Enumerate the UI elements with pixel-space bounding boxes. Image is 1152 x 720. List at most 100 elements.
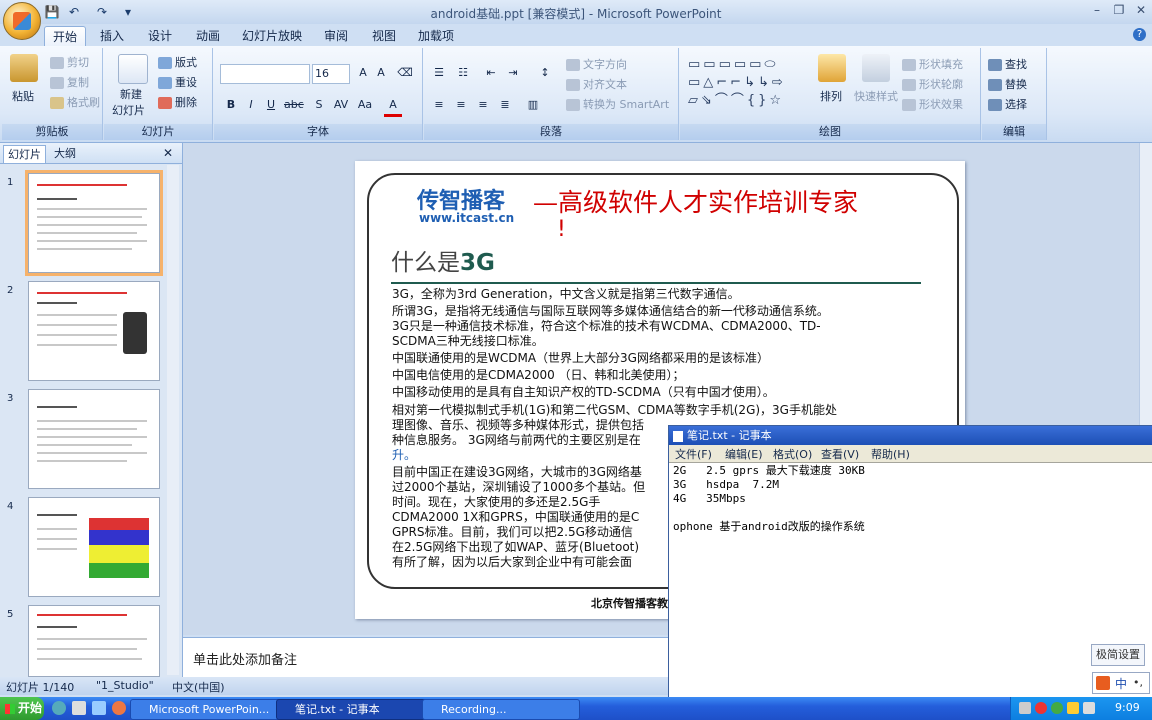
slide-text-line: 中国移动使用的是具有自主知识产权的TD-SCDMA（只有中国才使用）。 bbox=[392, 385, 775, 399]
slide-thumbnail-2[interactable] bbox=[28, 281, 160, 381]
pane-scrollbar[interactable] bbox=[167, 165, 179, 675]
close-button[interactable]: ✕ bbox=[1130, 2, 1152, 18]
tab-slideshow[interactable]: 幻灯片放映 bbox=[238, 26, 306, 46]
tray-icon[interactable] bbox=[1019, 702, 1031, 714]
tab-addins[interactable]: 加载项 bbox=[414, 26, 458, 46]
quicklaunch-icon[interactable] bbox=[112, 701, 126, 715]
task-recording[interactable]: Recording... bbox=[422, 699, 580, 720]
punctuation-icon[interactable]: •, bbox=[1133, 676, 1143, 689]
menu-file[interactable]: 文件(F) bbox=[675, 446, 712, 462]
menu-help[interactable]: 帮助(H) bbox=[871, 446, 910, 462]
char-spacing-icon[interactable]: AV bbox=[332, 96, 350, 114]
increase-indent-icon[interactable]: ⇥ bbox=[504, 64, 522, 82]
reset-button[interactable]: 重设 bbox=[158, 74, 197, 90]
shape-fill-button[interactable]: 形状填充 bbox=[902, 56, 963, 72]
tab-outline[interactable]: 大纲 bbox=[50, 145, 80, 162]
new-slide-button-line1[interactable]: 新建 bbox=[120, 86, 142, 102]
tray-icon[interactable] bbox=[1051, 702, 1063, 714]
office-button[interactable] bbox=[3, 2, 41, 40]
slide-thumbnail-4[interactable] bbox=[28, 497, 160, 597]
phone-image bbox=[123, 312, 147, 354]
align-text-button[interactable]: 对齐文本 bbox=[566, 76, 627, 92]
select-cursor-icon bbox=[988, 99, 1002, 111]
menu-format[interactable]: 格式(O) bbox=[773, 446, 812, 462]
italic-icon[interactable]: I bbox=[242, 96, 260, 114]
replace-button[interactable]: 替换 bbox=[988, 76, 1027, 92]
justify-icon[interactable]: ≣ bbox=[496, 96, 514, 114]
volume-icon[interactable] bbox=[1083, 702, 1095, 714]
quick-styles-button[interactable]: 快速样式 bbox=[854, 88, 898, 104]
text-direction-button[interactable]: 文字方向 bbox=[566, 56, 627, 72]
tab-review[interactable]: 审阅 bbox=[318, 26, 354, 46]
sogou-icon[interactable] bbox=[1096, 676, 1110, 690]
notepad-text-area[interactable]: 2G 2.5 gprs 最大下载速度 30KB 3G hsdpa 7.2M 4G 3… bbox=[673, 464, 865, 534]
tab-view[interactable]: 视图 bbox=[366, 26, 402, 46]
menu-edit[interactable]: 编辑(E) bbox=[725, 446, 763, 462]
shadow-icon[interactable]: S bbox=[310, 96, 328, 114]
ime-toolbar[interactable]: 中 •, bbox=[1092, 672, 1150, 694]
align-center-icon[interactable]: ≡ bbox=[452, 96, 470, 114]
shape-outline-button[interactable]: 形状轮廓 bbox=[902, 76, 963, 92]
close-pane-icon[interactable]: ✕ bbox=[163, 146, 173, 160]
ime-settings-button[interactable]: 极简设置 bbox=[1091, 644, 1145, 666]
quicklaunch-icon[interactable] bbox=[52, 701, 66, 715]
format-painter-button[interactable]: 格式刷 bbox=[50, 94, 100, 110]
tab-design[interactable]: 设计 bbox=[142, 26, 178, 46]
help-icon[interactable]: ? bbox=[1133, 28, 1146, 41]
fill-icon bbox=[902, 59, 916, 71]
font-name-field[interactable] bbox=[220, 64, 310, 84]
line-spacing-icon[interactable]: ↕ bbox=[536, 64, 554, 82]
change-case-icon[interactable]: Aa bbox=[356, 96, 374, 114]
tab-animation[interactable]: 动画 bbox=[188, 26, 228, 46]
start-button[interactable]: 开始 bbox=[0, 697, 44, 720]
columns-icon[interactable]: ▥ bbox=[524, 96, 542, 114]
slide-thumbnail-3[interactable] bbox=[28, 389, 160, 489]
bullets-icon[interactable]: ☰ bbox=[430, 64, 448, 82]
underline-icon[interactable]: U bbox=[262, 96, 280, 114]
maximize-button[interactable]: ❐ bbox=[1108, 2, 1130, 18]
menu-view[interactable]: 查看(V) bbox=[821, 446, 859, 462]
delete-slide-button[interactable]: 删除 bbox=[158, 94, 197, 110]
tray-icon[interactable] bbox=[1035, 702, 1047, 714]
clock[interactable]: 9:09 bbox=[1115, 701, 1140, 714]
quicklaunch-icon[interactable] bbox=[92, 701, 106, 715]
strikethrough-icon[interactable]: abc bbox=[284, 96, 304, 114]
tab-insert[interactable]: 插入 bbox=[94, 26, 130, 46]
grow-font-icon[interactable]: A bbox=[354, 64, 372, 82]
slide-thumbnail-5[interactable] bbox=[28, 605, 160, 677]
bold-icon[interactable]: B bbox=[222, 96, 240, 114]
clear-format-icon[interactable]: ⌫ bbox=[396, 64, 414, 82]
slide-thumbnail-1[interactable] bbox=[28, 173, 160, 273]
shrink-font-icon[interactable]: A bbox=[372, 64, 390, 82]
paste-button[interactable]: 粘贴 bbox=[12, 88, 34, 104]
clipboard-group: 粘贴 剪切 复制 格式刷 剪贴板 bbox=[2, 48, 103, 140]
smartart-button[interactable]: 转换为 SmartArt bbox=[566, 96, 669, 112]
tab-home[interactable]: 开始 bbox=[44, 26, 86, 47]
find-button[interactable]: 查找 bbox=[988, 56, 1027, 72]
task-notepad[interactable]: 笔记.txt - 记事本 bbox=[276, 699, 434, 720]
language-status[interactable]: 中文(中国) bbox=[172, 679, 225, 695]
shapes-gallery[interactable]: ▭▭▭▭▭⬭ ▭△⌐⌐↳↳⇨ ▱⇘⌒⌒{}☆ bbox=[688, 56, 808, 110]
new-slide-button-line2[interactable]: 幻灯片 bbox=[112, 102, 145, 118]
ime-mode[interactable]: 中 bbox=[1115, 675, 1127, 692]
select-button[interactable]: 选择 bbox=[988, 96, 1027, 112]
align-right-icon[interactable]: ≡ bbox=[474, 96, 492, 114]
notepad-title-bar[interactable]: 笔记.txt - 记事本 bbox=[669, 426, 1152, 445]
decrease-indent-icon[interactable]: ⇤ bbox=[482, 64, 500, 82]
numbering-icon[interactable]: ☷ bbox=[454, 64, 472, 82]
task-powerpoint[interactable]: Microsoft PowerPoin... bbox=[130, 699, 288, 720]
tray-icon[interactable] bbox=[1067, 702, 1079, 714]
font-color-icon[interactable]: A bbox=[384, 96, 402, 117]
layout-button[interactable]: 版式 bbox=[158, 54, 197, 70]
copy-button[interactable]: 复制 bbox=[50, 74, 89, 90]
font-size-field[interactable]: 16 bbox=[312, 64, 350, 84]
window-title: android基础.ppt [兼容模式] - Microsoft PowerPo… bbox=[430, 7, 722, 21]
arrange-button[interactable]: 排列 bbox=[820, 88, 842, 104]
start-label: 开始 bbox=[18, 701, 43, 715]
align-left-icon[interactable]: ≡ bbox=[430, 96, 448, 114]
minimize-button[interactable]: – bbox=[1086, 2, 1108, 18]
quicklaunch-icon[interactable] bbox=[72, 701, 86, 715]
tab-slides[interactable]: 幻灯片 bbox=[3, 145, 46, 163]
shape-effects-button[interactable]: 形状效果 bbox=[902, 96, 963, 112]
cut-button[interactable]: 剪切 bbox=[50, 54, 89, 70]
